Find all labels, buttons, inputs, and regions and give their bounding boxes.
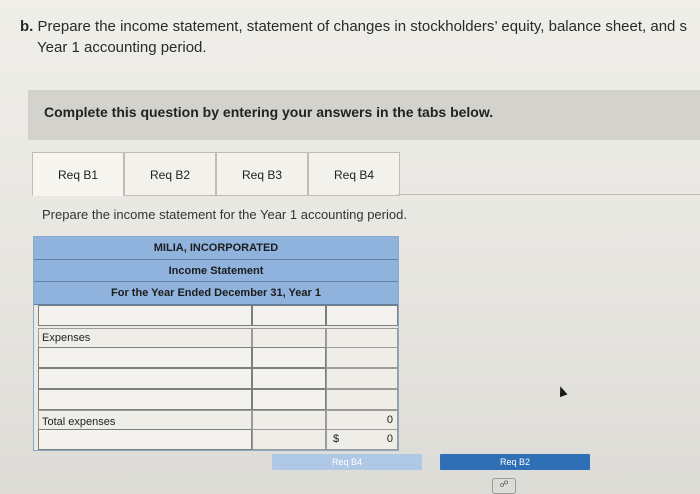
statement-title: Income Statement — [34, 260, 398, 282]
company-name: MILIA, INCORPORATED — [34, 237, 398, 260]
income-statement-table: MILIA, INCORPORATED Income Statement For… — [33, 236, 399, 451]
net-income-value: $ 0 — [326, 429, 398, 450]
table-row: Expenses — [34, 328, 398, 349]
revenue-label-input[interactable] — [38, 305, 252, 326]
tab-req-b4[interactable]: Req B4 — [308, 152, 400, 196]
link-icon[interactable]: ☍ — [492, 478, 516, 494]
expenses-label: Expenses — [38, 328, 252, 349]
empty-cell — [252, 429, 326, 450]
revenue-amount-input[interactable] — [252, 305, 326, 326]
question-line-2: Year 1 accounting period. — [37, 39, 207, 56]
tab-req-b2[interactable]: Req B2 — [124, 152, 216, 196]
banner-text: Complete this question by entering your … — [44, 104, 494, 120]
table-row — [34, 305, 398, 326]
prev-tab-button[interactable]: Req B4 — [272, 454, 422, 470]
empty-cell — [326, 328, 398, 349]
tab-req-b1[interactable]: Req B1 — [32, 152, 124, 196]
expense-label-input[interactable] — [38, 368, 252, 389]
net-income-amount: 0 — [386, 433, 393, 445]
empty-cell — [252, 410, 326, 431]
table-row — [34, 368, 398, 389]
table-row: Total expenses 0 — [34, 410, 398, 431]
mouse-cursor-icon — [556, 384, 568, 398]
currency-symbol: $ — [333, 433, 340, 445]
expense-label-input[interactable] — [38, 347, 252, 368]
tab-req-b3[interactable]: Req B3 — [216, 152, 308, 196]
panel-instruction: Prepare the income statement for the Yea… — [42, 207, 407, 222]
revenue-total-input[interactable] — [326, 305, 398, 326]
question-label: b. — [20, 18, 34, 35]
empty-cell — [326, 389, 398, 410]
empty-cell — [326, 368, 398, 389]
total-expenses-value: 0 — [326, 410, 398, 431]
tab-divider — [398, 194, 700, 195]
tab-bar: Req B1 Req B2 Req B3 Req B4 — [32, 152, 700, 196]
statement-period: For the Year Ended December 31, Year 1 — [34, 282, 398, 305]
expense-amount-input[interactable] — [252, 347, 326, 368]
question-text: b. Prepare the income statement, stateme… — [20, 16, 700, 58]
prev-tab-label: Req B4 — [331, 457, 363, 467]
table-row — [34, 389, 398, 410]
expense-amount-input[interactable] — [252, 389, 326, 410]
empty-cell — [326, 347, 398, 368]
instructions-banner: Complete this question by entering your … — [28, 90, 700, 140]
expense-amount-input[interactable] — [252, 368, 326, 389]
table-row: $ 0 — [34, 429, 398, 450]
net-income-label-input[interactable] — [38, 429, 252, 450]
expense-label-input[interactable] — [38, 389, 252, 410]
table-row — [34, 347, 398, 368]
next-tab-button[interactable]: Req B2 — [440, 454, 590, 470]
total-expenses-label: Total expenses — [38, 410, 252, 431]
question-line-1: Prepare the income statement, statement … — [33, 18, 688, 35]
next-tab-label: Req B2 — [499, 457, 531, 467]
empty-cell — [252, 328, 326, 349]
